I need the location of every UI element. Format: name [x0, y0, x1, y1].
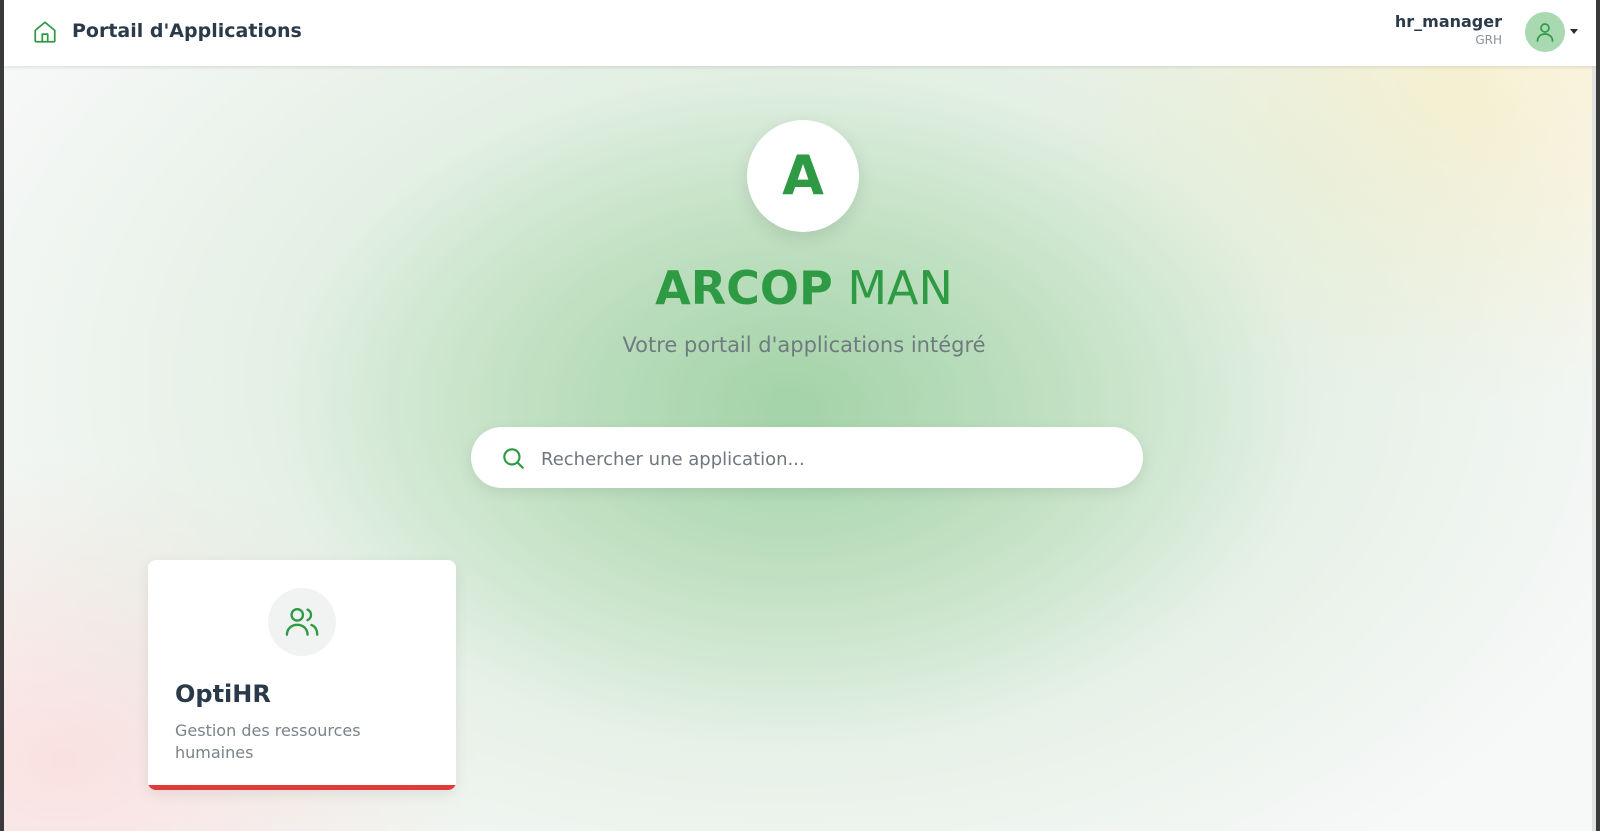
users-icon	[285, 607, 319, 636]
scrollbar[interactable]	[1592, 66, 1596, 831]
app-card-optihr[interactable]: OptiHR Gestion des ressources humaines	[148, 560, 456, 790]
user-role: GRH	[1475, 33, 1502, 47]
app-window: Portail d'Applications hr_manager GRH A …	[4, 0, 1596, 831]
hero-title-bold: ARCOP	[655, 261, 833, 315]
search-icon	[503, 448, 524, 469]
top-navbar: Portail d'Applications hr_manager GRH	[4, 0, 1596, 66]
portal-title[interactable]: Portail d'Applications	[72, 20, 302, 42]
hero-title: ARCOP MAN	[4, 260, 1596, 316]
brand-logo: A	[747, 120, 859, 232]
search-input[interactable]	[539, 441, 1123, 477]
search-bar[interactable]	[471, 427, 1143, 488]
home-icon[interactable]	[32, 19, 58, 45]
user-avatar-button[interactable]	[1525, 12, 1565, 52]
hero-subtitle: Votre portail d'applications intégré	[622, 333, 986, 357]
app-card-title: OptiHR	[175, 680, 271, 708]
user-info[interactable]: hr_manager GRH	[1395, 12, 1502, 48]
brand-logo-letter: A	[782, 144, 824, 207]
caret-down-icon[interactable]	[1570, 29, 1578, 34]
app-card-description: Gestion des ressources humaines	[175, 721, 361, 762]
app-icon-container	[268, 588, 336, 656]
user-name: hr_manager	[1394, 12, 1502, 31]
user-icon	[1536, 23, 1554, 42]
app-card-accent-bar	[148, 785, 456, 790]
hero-title-light: MAN	[847, 261, 953, 315]
